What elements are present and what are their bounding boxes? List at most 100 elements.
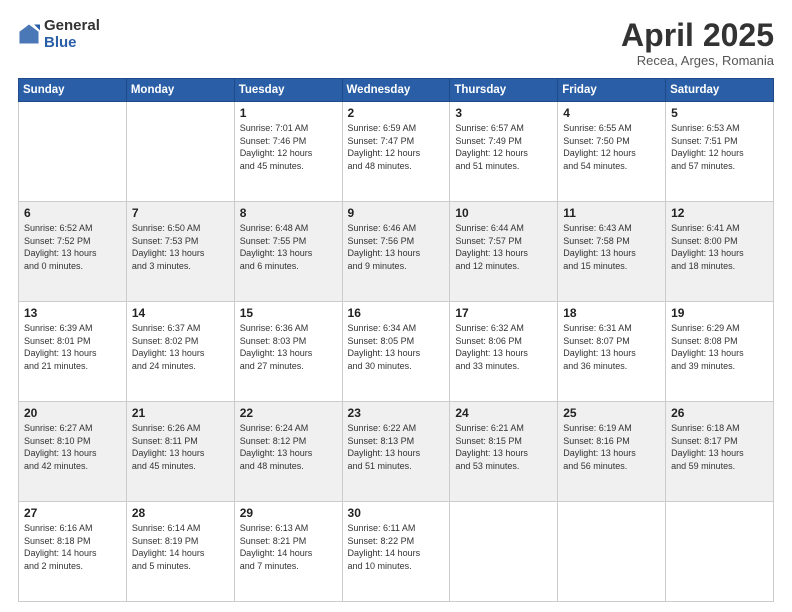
location: Recea, Arges, Romania (621, 53, 774, 68)
day-number: 3 (455, 106, 552, 120)
calendar-cell: 18 Sunrise: 6:31 AM Sunset: 8:07 PM Dayli… (558, 302, 666, 402)
day-detail: Sunrise: 6:16 AM Sunset: 8:18 PM Dayligh… (24, 522, 121, 572)
day-number: 30 (348, 506, 445, 520)
day-detail: Sunrise: 6:41 AM Sunset: 8:00 PM Dayligh… (671, 222, 768, 272)
day-number: 13 (24, 306, 121, 320)
calendar-cell: 19Sunrise: 6:29 AM Sunset: 8:08 PM Dayli… (666, 302, 774, 402)
calendar-cell: 8 Sunrise: 6:48 AM Sunset: 7:55 PM Daylig… (234, 202, 342, 302)
day-header-saturday: Saturday (666, 79, 774, 102)
day-number: 25 (563, 406, 660, 420)
day-detail: Sunrise: 6:32 AM Sunset: 8:06 PM Dayligh… (455, 322, 552, 372)
calendar-cell: 3 Sunrise: 6:57 AM Sunset: 7:49 PM Daylig… (450, 102, 558, 202)
day-number: 9 (348, 206, 445, 220)
logo-icon (18, 23, 40, 45)
calendar-cell: 10Sunrise: 6:44 AM Sunset: 7:57 PM Dayli… (450, 202, 558, 302)
day-header-sunday: Sunday (19, 79, 127, 102)
day-number: 2 (348, 106, 445, 120)
calendar-cell: 7 Sunrise: 6:50 AM Sunset: 7:53 PM Daylig… (126, 202, 234, 302)
day-header-tuesday: Tuesday (234, 79, 342, 102)
day-detail: Sunrise: 6:29 AM Sunset: 8:08 PM Dayligh… (671, 322, 768, 372)
calendar-week-row: 27 Sunrise: 6:16 AM Sunset: 8:18 PM Dayli… (19, 502, 774, 602)
day-detail: Sunrise: 6:18 AM Sunset: 8:17 PM Dayligh… (671, 422, 768, 472)
calendar-cell: 1Sunrise: 7:01 AM Sunset: 7:46 PM Daylig… (234, 102, 342, 202)
day-detail: Sunrise: 6:59 AM Sunset: 7:47 PM Dayligh… (348, 122, 445, 172)
calendar-cell: 23 Sunrise: 6:22 AM Sunset: 8:13 PM Dayli… (342, 402, 450, 502)
day-detail: Sunrise: 6:57 AM Sunset: 7:49 PM Dayligh… (455, 122, 552, 172)
day-header-friday: Friday (558, 79, 666, 102)
calendar-cell: 22 Sunrise: 6:24 AM Sunset: 8:12 PM Dayli… (234, 402, 342, 502)
day-detail: Sunrise: 6:26 AM Sunset: 8:11 PM Dayligh… (132, 422, 229, 472)
day-detail: Sunrise: 6:48 AM Sunset: 7:55 PM Dayligh… (240, 222, 337, 272)
day-detail: Sunrise: 6:27 AM Sunset: 8:10 PM Dayligh… (24, 422, 121, 472)
day-number: 16 (348, 306, 445, 320)
calendar-cell: 25 Sunrise: 6:19 AM Sunset: 8:16 PM Dayli… (558, 402, 666, 502)
day-detail: Sunrise: 6:53 AM Sunset: 7:51 PM Dayligh… (671, 122, 768, 172)
day-detail: Sunrise: 6:19 AM Sunset: 8:16 PM Dayligh… (563, 422, 660, 472)
day-number: 1 (240, 106, 337, 120)
day-number: 26 (671, 406, 768, 420)
day-number: 24 (455, 406, 552, 420)
day-number: 21 (132, 406, 229, 420)
day-number: 22 (240, 406, 337, 420)
day-detail: Sunrise: 6:52 AM Sunset: 7:52 PM Dayligh… (24, 222, 121, 272)
day-number: 12 (671, 206, 768, 220)
calendar-cell: 2 Sunrise: 6:59 AM Sunset: 7:47 PM Daylig… (342, 102, 450, 202)
calendar-cell: 17 Sunrise: 6:32 AM Sunset: 8:06 PM Dayli… (450, 302, 558, 402)
day-number: 11 (563, 206, 660, 220)
day-detail: Sunrise: 6:50 AM Sunset: 7:53 PM Dayligh… (132, 222, 229, 272)
day-detail: Sunrise: 6:24 AM Sunset: 8:12 PM Dayligh… (240, 422, 337, 472)
logo-general-text: General (44, 18, 100, 35)
day-detail: Sunrise: 6:22 AM Sunset: 8:13 PM Dayligh… (348, 422, 445, 472)
day-number: 20 (24, 406, 121, 420)
day-header-wednesday: Wednesday (342, 79, 450, 102)
day-number: 14 (132, 306, 229, 320)
title-block: April 2025 Recea, Arges, Romania (621, 18, 774, 68)
day-detail: Sunrise: 6:14 AM Sunset: 8:19 PM Dayligh… (132, 522, 229, 572)
month-title: April 2025 (621, 18, 774, 53)
calendar-header-row: SundayMondayTuesdayWednesdayThursdayFrid… (19, 79, 774, 102)
calendar-cell: 5Sunrise: 6:53 AM Sunset: 7:51 PM Daylig… (666, 102, 774, 202)
day-detail: Sunrise: 6:21 AM Sunset: 8:15 PM Dayligh… (455, 422, 552, 472)
day-detail: Sunrise: 6:11 AM Sunset: 8:22 PM Dayligh… (348, 522, 445, 572)
day-number: 4 (563, 106, 660, 120)
day-number: 8 (240, 206, 337, 220)
calendar-cell (666, 502, 774, 602)
calendar-cell: 14 Sunrise: 6:37 AM Sunset: 8:02 PM Dayli… (126, 302, 234, 402)
calendar-week-row: 6Sunrise: 6:52 AM Sunset: 7:52 PM Daylig… (19, 202, 774, 302)
calendar-cell (450, 502, 558, 602)
calendar-week-row: 20 Sunrise: 6:27 AM Sunset: 8:10 PM Dayli… (19, 402, 774, 502)
day-number: 10 (455, 206, 552, 220)
calendar-cell (558, 502, 666, 602)
day-detail: Sunrise: 6:31 AM Sunset: 8:07 PM Dayligh… (563, 322, 660, 372)
calendar-cell: 20 Sunrise: 6:27 AM Sunset: 8:10 PM Dayli… (19, 402, 127, 502)
calendar-cell: 27 Sunrise: 6:16 AM Sunset: 8:18 PM Dayli… (19, 502, 127, 602)
day-detail: Sunrise: 6:46 AM Sunset: 7:56 PM Dayligh… (348, 222, 445, 272)
logo: General Blue (18, 18, 100, 51)
header: General Blue April 2025 Recea, Arges, Ro… (18, 18, 774, 68)
day-detail: Sunrise: 6:55 AM Sunset: 7:50 PM Dayligh… (563, 122, 660, 172)
calendar-cell: 16 Sunrise: 6:34 AM Sunset: 8:05 PM Dayli… (342, 302, 450, 402)
calendar-cell: 24 Sunrise: 6:21 AM Sunset: 8:15 PM Dayli… (450, 402, 558, 502)
calendar-cell: 26 Sunrise: 6:18 AM Sunset: 8:17 PM Dayli… (666, 402, 774, 502)
calendar-cell: 29Sunrise: 6:13 AM Sunset: 8:21 PM Dayli… (234, 502, 342, 602)
calendar-week-row: 1Sunrise: 7:01 AM Sunset: 7:46 PM Daylig… (19, 102, 774, 202)
day-number: 17 (455, 306, 552, 320)
calendar-table: SundayMondayTuesdayWednesdayThursdayFrid… (18, 78, 774, 602)
day-detail: Sunrise: 6:34 AM Sunset: 8:05 PM Dayligh… (348, 322, 445, 372)
day-number: 18 (563, 306, 660, 320)
calendar-cell: 13Sunrise: 6:39 AM Sunset: 8:01 PM Dayli… (19, 302, 127, 402)
calendar-cell: 28Sunrise: 6:14 AM Sunset: 8:19 PM Dayli… (126, 502, 234, 602)
calendar-cell: 6Sunrise: 6:52 AM Sunset: 7:52 PM Daylig… (19, 202, 127, 302)
calendar-cell: 15Sunrise: 6:36 AM Sunset: 8:03 PM Dayli… (234, 302, 342, 402)
calendar-cell: 21 Sunrise: 6:26 AM Sunset: 8:11 PM Dayli… (126, 402, 234, 502)
calendar-cell: 12 Sunrise: 6:41 AM Sunset: 8:00 PM Dayli… (666, 202, 774, 302)
day-number: 15 (240, 306, 337, 320)
day-detail: Sunrise: 6:37 AM Sunset: 8:02 PM Dayligh… (132, 322, 229, 372)
day-number: 27 (24, 506, 121, 520)
calendar-cell (19, 102, 127, 202)
day-number: 23 (348, 406, 445, 420)
logo-text: General Blue (44, 18, 100, 51)
day-number: 7 (132, 206, 229, 220)
logo-blue-text: Blue (44, 35, 100, 52)
calendar-cell (126, 102, 234, 202)
